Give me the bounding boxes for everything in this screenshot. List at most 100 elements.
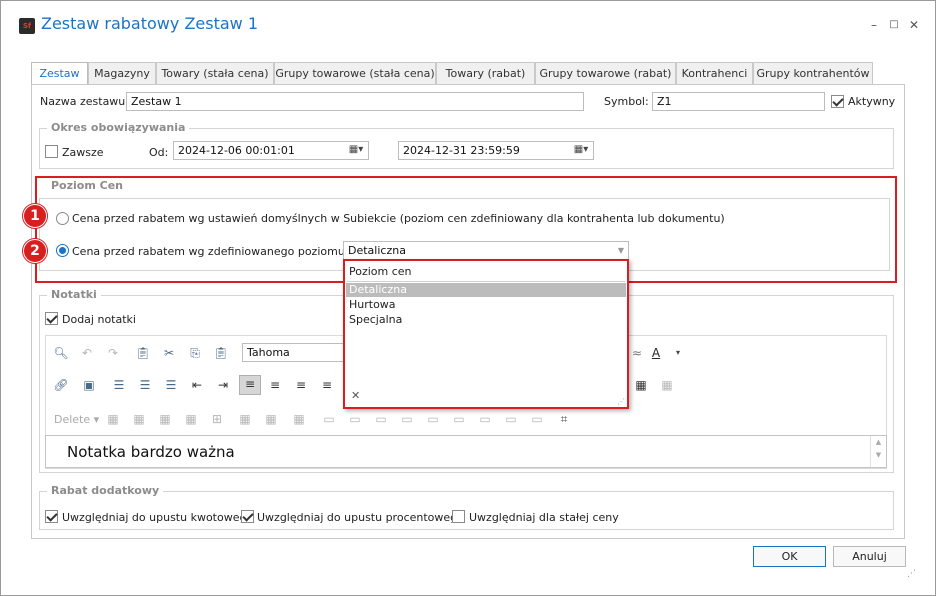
table-delete-icon[interactable]: ▦	[291, 411, 307, 427]
tab-zestaw[interactable]: Zestaw	[31, 62, 88, 85]
tab-grupy-towarowe-rabat[interactable]: Grupy towarowe (rabat)	[535, 62, 676, 84]
delete-label: Delete	[54, 413, 91, 426]
cell-align-bottom-center-icon[interactable]: ▭	[503, 411, 519, 427]
cell-align-top-center-icon[interactable]: ▭	[347, 411, 363, 427]
font-color-dropdown-icon[interactable]: ▾	[670, 345, 686, 361]
symbol-input[interactable]: Z1	[652, 92, 825, 111]
tab-grupy-towarowe-stala-cena[interactable]: Grupy towarowe (stała cena)	[274, 62, 436, 84]
copy-icon[interactable]: ⎘	[187, 345, 203, 361]
table-properties-icon[interactable]: ▦	[659, 377, 675, 393]
preview-icon[interactable]: 🔍︎	[53, 345, 69, 361]
dialog-window: Sf Zestaw rabatowy Zestaw 1 – □ ✕ Zestaw…	[0, 0, 936, 596]
tab-towary-stala-cena[interactable]: Towary (stała cena)	[156, 62, 274, 84]
table-split-icon[interactable]: ▦	[237, 411, 253, 427]
select-chevron-down-icon[interactable]: ▼	[614, 242, 628, 259]
minimize-icon[interactable]: –	[867, 18, 881, 32]
step-badge-1: 1	[23, 204, 47, 228]
notes-title: Notatki	[47, 288, 101, 301]
discount-amount-checkbox[interactable]	[45, 510, 58, 523]
price-option-defined-label: Cena przed rabatem wg zdefiniowanego poz…	[72, 245, 369, 258]
price-level-select[interactable]: Detaliczna	[343, 241, 629, 260]
table-insert-col-right-icon[interactable]: ▦	[183, 411, 199, 427]
name-input[interactable]: Zestaw 1	[126, 92, 584, 111]
numbered-list-icon[interactable]: ☰	[137, 377, 153, 393]
outdent-icon[interactable]: ⇤	[189, 377, 205, 393]
note-content[interactable]: Notatka bardzo ważna	[67, 443, 235, 461]
table-insert-row-below-icon[interactable]: ▦	[131, 411, 147, 427]
dropdown-resize-grip-icon[interactable]: ⋰	[617, 397, 625, 406]
price-option-default-radio[interactable]	[56, 212, 69, 225]
cell-align-bottom-left-icon[interactable]: ▭	[477, 411, 493, 427]
delete-menu-button[interactable]: Delete ▾	[54, 413, 99, 426]
discount-percent-label: Uwzględniaj do upustu procentowego	[257, 511, 464, 524]
price-option-default-label: Cena przed rabatem wg ustawień domyślnyc…	[72, 212, 725, 225]
paste-special-icon[interactable]: 📋︎	[213, 345, 229, 361]
to-date-input[interactable]: 2024-12-31 23:59:59	[398, 141, 594, 160]
tab-towary-rabat[interactable]: Towary (rabat)	[436, 62, 535, 84]
font-color-icon[interactable]: A	[648, 345, 664, 361]
undo-icon[interactable]: ↶	[79, 345, 95, 361]
table-split-cells-icon[interactable]: ▦	[263, 411, 279, 427]
discount-percent-checkbox[interactable]	[241, 510, 254, 523]
table-icon[interactable]: ▦	[633, 377, 649, 393]
discount-fixed-price-checkbox[interactable]	[452, 510, 465, 523]
calendar-dropdown-icon[interactable]: ▦▾	[568, 141, 594, 160]
tab-magazyny[interactable]: Magazyny	[88, 62, 156, 84]
discount-title: Rabat dodatkowy	[47, 484, 164, 497]
discount-amount-label: Uwzględniaj do upustu kwotowego	[62, 511, 254, 524]
cell-align-top-right-icon[interactable]: ▭	[373, 411, 389, 427]
ok-button[interactable]: OK	[753, 546, 826, 567]
title-bar: Sf Zestaw rabatowy Zestaw 1 – □ ✕	[1, 1, 935, 53]
always-checkbox[interactable]	[45, 145, 58, 158]
link-icon[interactable]: 🔗︎	[53, 377, 69, 393]
dropdown-item-detaliczna[interactable]: Detaliczna	[346, 283, 626, 297]
maximize-icon[interactable]: □	[887, 18, 901, 32]
name-label: Nazwa zestawu:	[40, 95, 129, 108]
discount-fixed-price-label: Uwzględniaj dla stałej ceny	[469, 511, 619, 524]
align-right-icon[interactable]: ≡	[293, 377, 309, 393]
symbol-label: Symbol:	[604, 95, 649, 108]
price-option-defined-radio[interactable]	[56, 244, 69, 257]
cell-align-middle-left-icon[interactable]: ▭	[399, 411, 415, 427]
close-icon[interactable]: ✕	[907, 18, 921, 32]
cut-icon[interactable]: ✂	[161, 345, 177, 361]
cell-align-bottom-right-icon[interactable]: ▭	[529, 411, 545, 427]
always-label: Zawsze	[62, 146, 104, 159]
add-notes-checkbox[interactable]	[45, 312, 58, 325]
image-icon[interactable]: ▣	[81, 377, 97, 393]
redo-icon[interactable]: ↷	[105, 345, 121, 361]
align-left-icon[interactable]: ≡	[239, 375, 261, 395]
resize-grip-icon[interactable]: ⋰	[907, 569, 916, 579]
dropdown-item-hurtowa[interactable]: Hurtowa	[346, 298, 626, 312]
price-level-dropdown: Poziom cen Detaliczna Hurtowa Specjalna …	[343, 259, 629, 409]
clear-selection-icon[interactable]: ✕	[351, 389, 360, 402]
table-merge-icon[interactable]: ⊞	[209, 411, 225, 427]
paste-icon[interactable]: 📋︎	[135, 345, 151, 361]
multilevel-list-icon[interactable]: ☰	[163, 377, 179, 393]
table-borders-icon[interactable]: ⌗	[556, 411, 572, 427]
price-level-title: Poziom Cen	[47, 179, 128, 192]
bullet-list-icon[interactable]: ☰	[111, 377, 127, 393]
note-editor[interactable]: Notatka bardzo ważna ▲ ▼	[45, 435, 887, 468]
cancel-button[interactable]: Anuluj	[833, 546, 906, 567]
calendar-dropdown-icon[interactable]: ▦▾	[343, 141, 369, 160]
dropdown-item-specjalna[interactable]: Specjalna	[346, 313, 626, 327]
from-date-input[interactable]: 2024-12-06 00:01:01	[173, 141, 369, 160]
tab-kontrahenci[interactable]: Kontrahenci	[676, 62, 753, 84]
from-label: Od:	[149, 146, 169, 159]
period-title: Okres obowiązywania	[47, 121, 190, 134]
note-scrollbar[interactable]: ▲ ▼	[870, 436, 886, 467]
cell-align-top-left-icon[interactable]: ▭	[321, 411, 337, 427]
tab-grupy-kontrahentow[interactable]: Grupy kontrahentów	[753, 62, 873, 84]
table-insert-col-icon[interactable]: ▦	[157, 411, 173, 427]
cell-align-middle-right-icon[interactable]: ▭	[451, 411, 467, 427]
align-center-icon[interactable]: ≡	[267, 377, 283, 393]
table-insert-row-icon[interactable]: ▦	[105, 411, 121, 427]
add-notes-label: Dodaj notatki	[62, 313, 136, 326]
highlight-icon[interactable]: ≈	[629, 345, 645, 361]
font-family-select[interactable]: Tahoma	[242, 343, 347, 362]
cell-align-middle-center-icon[interactable]: ▭	[425, 411, 441, 427]
indent-icon[interactable]: ⇥	[215, 377, 231, 393]
active-checkbox[interactable]	[831, 95, 844, 108]
align-justify-icon[interactable]: ≡	[319, 377, 335, 393]
